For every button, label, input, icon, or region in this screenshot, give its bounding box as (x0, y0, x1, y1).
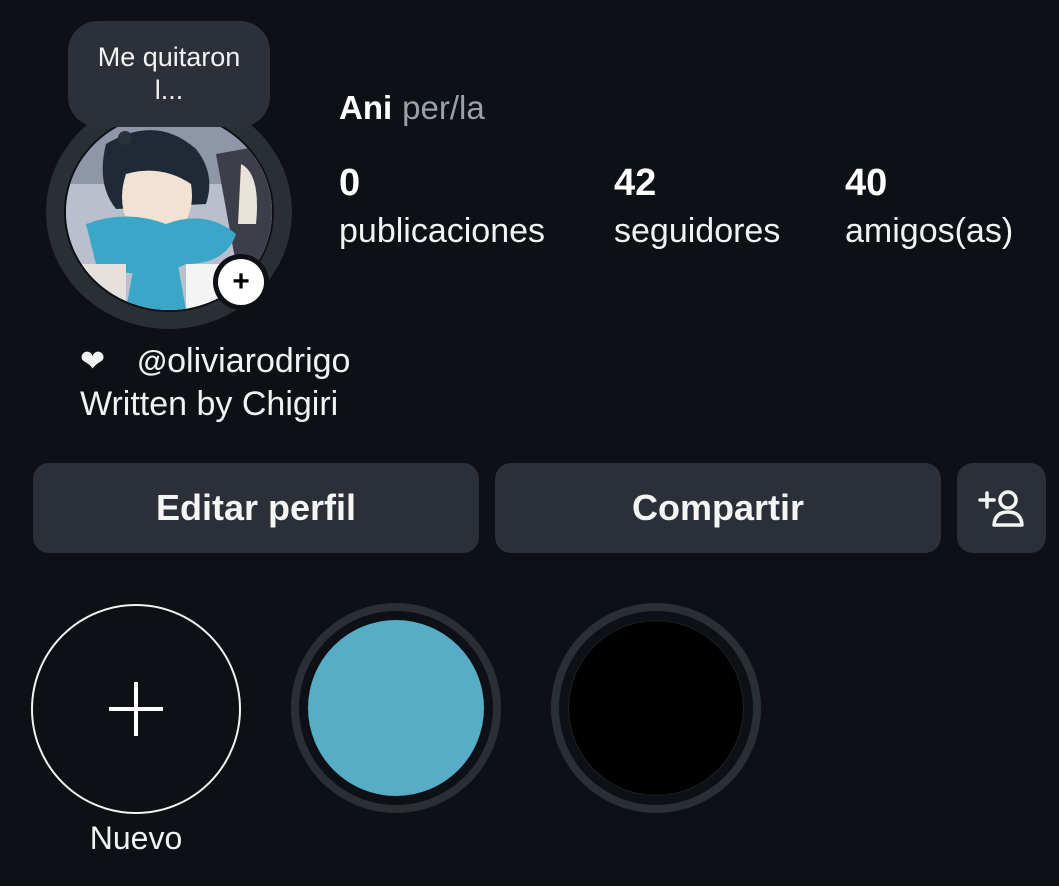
add-person-icon (977, 490, 1024, 527)
new-highlight-label: Nuevo (89, 820, 183, 856)
stat-posts[interactable]: 0 publicaciones (339, 160, 545, 256)
share-profile-button[interactable]: Compartir (495, 463, 941, 553)
profile-name-row: Ani per/la (339, 86, 485, 130)
add-story-button[interactable]: + (213, 254, 269, 310)
edit-profile-button[interactable]: Editar perfil (33, 463, 479, 553)
heart-icon: ❤ (80, 345, 106, 378)
bio-line-2: Written by Chigiri (80, 385, 339, 423)
plus-icon (109, 682, 163, 736)
threads-handle-link[interactable]: oliviarodrigo (167, 340, 350, 383)
highlight-item[interactable] (291, 603, 501, 813)
bio: ❤ @ oliviarodrigo Written by Chigiri (80, 340, 350, 426)
profile-screen: + Me quitaron l... Ani per/la 0 publicaci… (0, 0, 1059, 886)
note-bubble-tail (118, 131, 132, 145)
stat-friends-label: amigos(as) (845, 212, 1014, 250)
stat-followers[interactable]: 42 seguidores (614, 160, 780, 256)
note-text: Me quitaron l... (97, 42, 241, 105)
bio-line-1: ❤ @ oliviarodrigo (80, 340, 350, 383)
pronouns: per/la (402, 89, 485, 126)
discover-people-button[interactable] (957, 463, 1046, 553)
highlight-cover (308, 620, 484, 796)
highlight-item[interactable] (551, 603, 761, 813)
threads-icon: @ (137, 345, 167, 378)
highlight-cover (568, 620, 744, 796)
stat-followers-label: seguidores (614, 212, 781, 250)
new-highlight-button[interactable] (31, 604, 241, 814)
stat-followers-count: 42 (614, 162, 657, 204)
stat-posts-count: 0 (339, 162, 361, 204)
stat-friends[interactable]: 40 amigos(as) (845, 160, 1013, 256)
note-bubble[interactable]: Me quitaron l... (68, 21, 270, 127)
plus-icon: + (218, 259, 264, 305)
stat-friends-count: 40 (845, 162, 888, 204)
profile-name: Ani (339, 89, 393, 126)
stat-posts-label: publicaciones (339, 212, 546, 250)
